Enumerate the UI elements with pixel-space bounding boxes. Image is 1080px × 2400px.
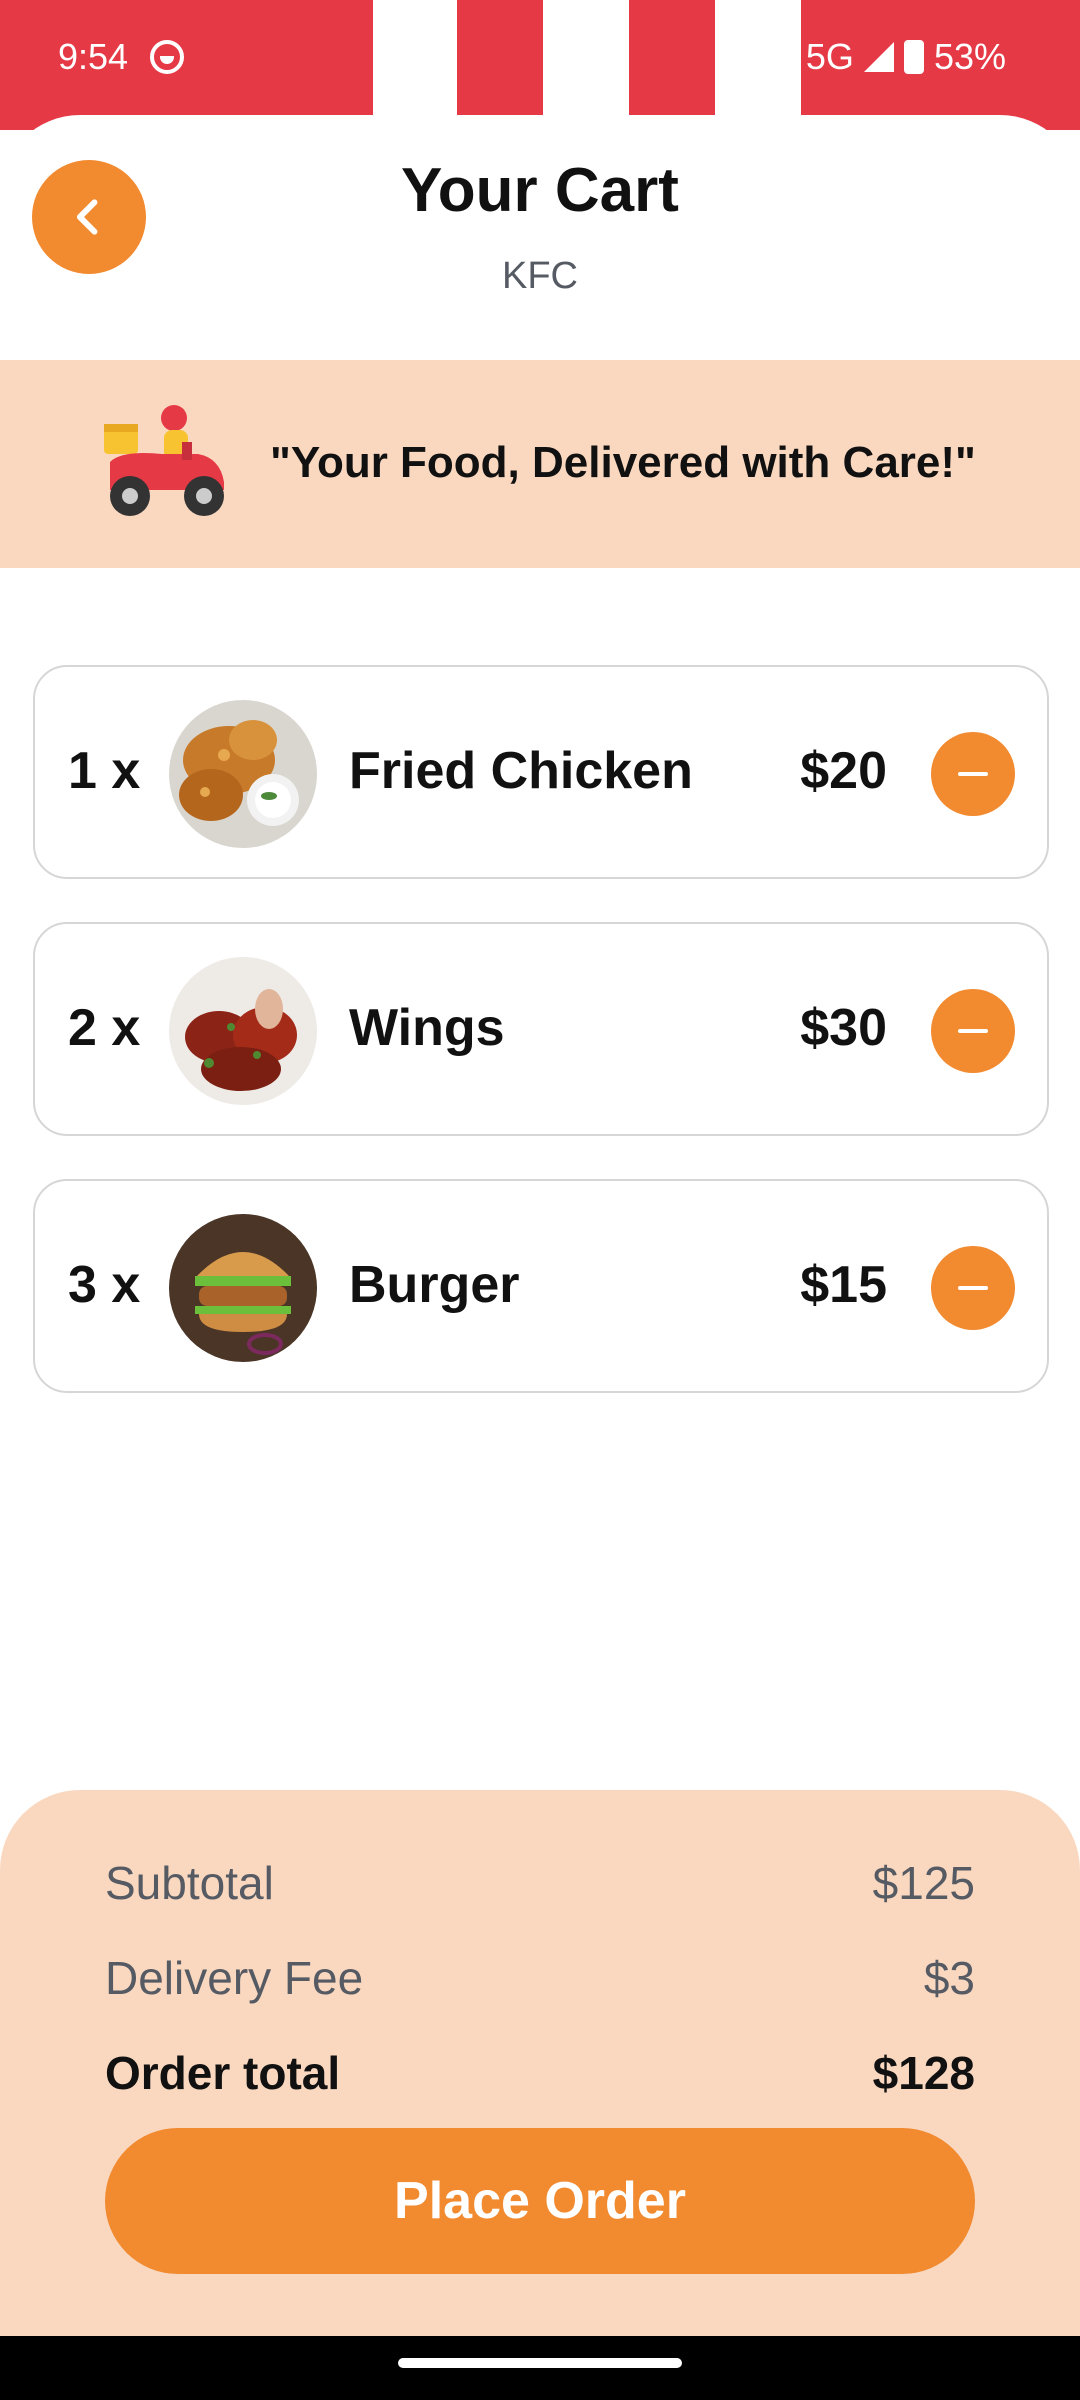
stripe: [373, 0, 457, 130]
restaurant-name: KFC: [502, 255, 578, 297]
subtotal-label: Subtotal: [105, 1857, 274, 1909]
subtotal-value: $125: [872, 1857, 975, 1909]
delivery-fee-value: $3: [923, 1952, 975, 2004]
item-price: $20: [800, 742, 887, 800]
battery-icon: [903, 40, 924, 74]
header-sheet: [0, 115, 1080, 360]
item-price: $15: [800, 1256, 887, 1314]
signal-icon: [863, 42, 894, 72]
delivery-scooter-icon: [104, 405, 224, 516]
item-quantity: 3 x: [68, 1256, 141, 1314]
notification-icon: [150, 40, 184, 74]
item-name: Burger: [349, 1256, 520, 1314]
status-time: 9:54: [58, 36, 129, 77]
status-indicators: 5G 53%: [806, 36, 1006, 78]
delivery-fee-label: Delivery Fee: [105, 1952, 364, 2004]
network-label: 5G: [805, 36, 854, 77]
stripe: [543, 0, 629, 130]
remove-item-button[interactable]: [931, 989, 1015, 1073]
delivery-fee-row: Delivery Fee $3: [105, 1951, 975, 2005]
item-quantity: 2 x: [68, 999, 141, 1057]
item-name: Wings: [349, 999, 505, 1057]
battery-label: 53%: [933, 36, 1006, 77]
cart-item-burger: 3 x Burger $15: [33, 1179, 1049, 1393]
subtotal-row: Subtotal $125: [105, 1856, 975, 1910]
remove-item-button[interactable]: [931, 1246, 1015, 1330]
wings-image: [169, 957, 317, 1105]
item-name: Fried Chicken: [349, 742, 693, 800]
remove-item-button[interactable]: [931, 732, 1015, 816]
cart-item-fried-chicken: 1 x Fried Chicken $20: [33, 665, 1049, 879]
place-order-button[interactable]: Place Order: [105, 2128, 975, 2274]
system-nav-bar: [0, 2336, 1080, 2400]
cart-item-wings: 2 x Wings $30: [33, 922, 1049, 1136]
banner-text: "Your Food, Delivered with Care!": [270, 438, 976, 487]
status-bar: 9:54 5G 53%: [0, 0, 1080, 130]
burger-image: [169, 1214, 317, 1362]
item-price: $30: [800, 999, 887, 1057]
home-indicator[interactable]: [398, 2358, 682, 2368]
delivery-banner: "Your Food, Delivered with Care!": [0, 360, 1080, 568]
order-total-row: Order total $128: [105, 2046, 975, 2100]
order-total-label: Order total: [105, 2047, 341, 2099]
fried-chicken-image: [169, 700, 317, 848]
order-total-value: $128: [872, 2047, 975, 2099]
stripe: [715, 0, 801, 130]
item-quantity: 1 x: [68, 742, 141, 800]
page-title: Your Cart: [401, 156, 679, 225]
